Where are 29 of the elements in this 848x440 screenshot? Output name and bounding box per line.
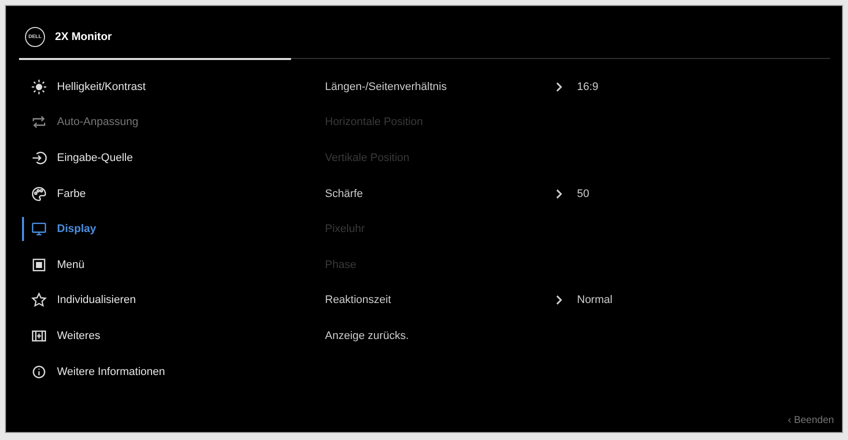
menu-item[interactable]: Eingabe-Quelle <box>6 140 308 176</box>
setting-value: 50 <box>577 188 590 200</box>
menu-item[interactable]: Menü <box>6 246 308 283</box>
setting-label[interactable]: Anzeige zurücks. <box>325 330 555 342</box>
setting-label[interactable]: Schärfe <box>325 188 555 200</box>
menu-item[interactable]: Helligkeit/Kontrast <box>6 69 308 105</box>
sun-icon <box>31 78 47 95</box>
menu-item[interactable]: Farbe <box>6 176 308 212</box>
menu-item[interactable]: Weiteres <box>6 318 308 354</box>
setting-label[interactable]: Längen-/Seitenverhältnis <box>325 80 555 93</box>
setting-value: 16:9 <box>577 80 598 93</box>
info-icon <box>31 364 47 380</box>
chevron-icon <box>555 82 563 92</box>
chevron-icon <box>555 295 563 306</box>
exit-link[interactable]: ‹ Beenden <box>788 415 834 426</box>
monitor-icon <box>31 221 47 238</box>
plus-box-icon <box>31 328 47 344</box>
square-icon <box>31 256 47 273</box>
star-icon <box>31 292 47 308</box>
menu-item[interactable]: Weitere Informationen <box>6 354 308 390</box>
arrows-cycle-icon <box>31 114 47 130</box>
palette-icon <box>31 186 47 202</box>
setting-label[interactable]: Reaktionszeit <box>325 294 555 306</box>
monitor-title: 2X Monitor <box>55 31 112 43</box>
menu-item[interactable]: Individualisieren <box>6 282 308 318</box>
chevron-icon <box>555 188 563 199</box>
input-icon <box>31 150 47 166</box>
setting-value: Normal <box>577 294 612 306</box>
menu-item[interactable]: Display <box>6 211 308 247</box>
